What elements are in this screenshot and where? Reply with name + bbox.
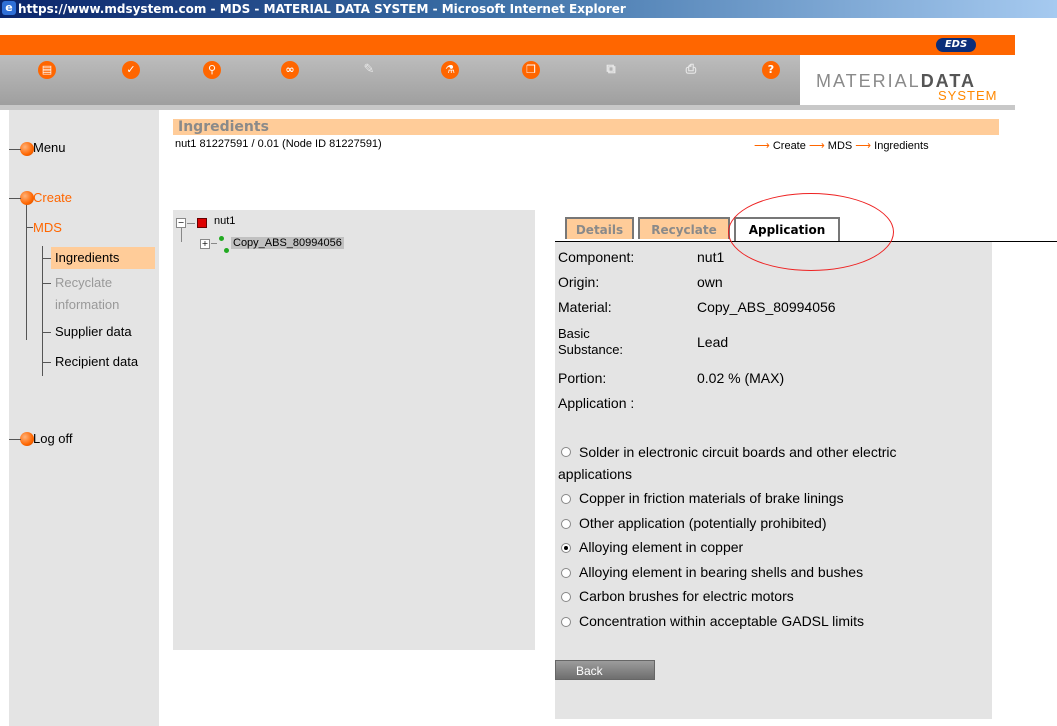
breadcrumb-mds[interactable]: MDS bbox=[828, 140, 852, 152]
logo-subtitle: SYSTEM bbox=[938, 88, 998, 103]
sidebar-item-menu[interactable]: Menu bbox=[33, 140, 66, 155]
option-copper-friction[interactable]: Copper in friction materials of brake li… bbox=[579, 490, 844, 506]
back-button[interactable]: Back bbox=[555, 660, 655, 680]
link-icon[interactable]: ∞ bbox=[281, 61, 299, 79]
menu-bullet-icon bbox=[20, 142, 34, 156]
eds-logo: EDS bbox=[936, 38, 976, 52]
breadcrumb-arrow-icon: ⟶ bbox=[808, 140, 825, 152]
help-icon[interactable]: ? bbox=[762, 61, 780, 79]
search-icon[interactable]: ⚲ bbox=[203, 61, 221, 79]
copy-icon[interactable]: ❐ bbox=[522, 61, 540, 79]
material-node-icon bbox=[224, 248, 229, 253]
check-icon[interactable]: ✓ bbox=[122, 61, 140, 79]
radio-alloying-copper[interactable] bbox=[561, 543, 571, 553]
breadcrumb-arrow-icon: ⟶ bbox=[754, 140, 770, 152]
application-panel: Component: nut1 Origin: own Material: Co… bbox=[555, 242, 992, 719]
page-title: Ingredients bbox=[178, 119, 269, 135]
tree-connector bbox=[9, 149, 21, 150]
print-icon[interactable]: ⎙ bbox=[682, 61, 700, 79]
compare-icon[interactable]: ⧉ bbox=[602, 61, 620, 79]
highlight-ellipse bbox=[728, 193, 894, 271]
collapse-icon[interactable]: − bbox=[176, 218, 186, 228]
tree-connector bbox=[187, 223, 195, 224]
sidebar-item-supplier-data[interactable]: Supplier data bbox=[55, 324, 132, 339]
portion-label: Portion: bbox=[558, 370, 607, 386]
sidebar-item-recipient-data[interactable]: Recipient data bbox=[55, 354, 138, 369]
brand-bar: EDS bbox=[0, 35, 1015, 55]
portion-value: 0.02 % (MAX) bbox=[697, 370, 785, 386]
basic-substance-label-line2: Substance: bbox=[558, 342, 624, 357]
radio-bearing-shells[interactable] bbox=[561, 568, 571, 578]
sidebar-item-mds[interactable]: MDS bbox=[33, 220, 62, 235]
toolbar: ▤ ✓ ⚲ ∞ ✎ ⚗ ❐ ⧉ ⎙ ? bbox=[0, 55, 800, 105]
page-heading-bar: Ingredients bbox=[173, 119, 999, 135]
option-other-application[interactable]: Other application (potentially prohibite… bbox=[579, 515, 826, 531]
browser-icon: e bbox=[2, 1, 16, 15]
tree-connector bbox=[181, 228, 182, 242]
option-alloying-copper[interactable]: Alloying element in copper bbox=[579, 539, 743, 555]
component-label: Component: bbox=[558, 249, 635, 265]
sidebar: Menu Create MDS Ingredients Recyclate in… bbox=[9, 110, 159, 726]
node-info: nut1 81227591 / 0.01 (Node ID 81227591) bbox=[175, 138, 382, 150]
component-node-icon bbox=[197, 218, 207, 228]
radio-carbon-brushes[interactable] bbox=[561, 592, 571, 602]
origin-value: own bbox=[697, 274, 723, 290]
breadcrumb-arrow-icon: ⟶ bbox=[855, 140, 872, 152]
tree-node-material[interactable]: Copy_ABS_80994056 bbox=[231, 237, 344, 249]
breadcrumb-create[interactable]: Create bbox=[773, 140, 806, 152]
radio-gadsl-limits[interactable] bbox=[561, 617, 571, 627]
tree-connector bbox=[9, 439, 21, 440]
sidebar-item-ingredients[interactable]: Ingredients bbox=[51, 247, 155, 269]
tab-details[interactable]: Details bbox=[565, 217, 634, 239]
radio-other-application[interactable] bbox=[561, 519, 571, 529]
component-value: nut1 bbox=[697, 249, 725, 265]
tab-recyclate[interactable]: Recyclate bbox=[638, 217, 730, 239]
tree-connector bbox=[26, 198, 27, 340]
edit-icon[interactable]: ✎ bbox=[360, 61, 378, 79]
window-title: https://www.mdsystem.com - MDS - MATERIA… bbox=[18, 2, 626, 16]
create-bullet-icon bbox=[20, 191, 34, 205]
tree-connector bbox=[42, 246, 43, 376]
tree-connector bbox=[42, 362, 51, 363]
sidebar-item-logoff[interactable]: Log off bbox=[33, 431, 73, 446]
tree-connector bbox=[42, 332, 51, 333]
window-title-bar: e https://www.mdsystem.com - MDS - MATER… bbox=[0, 0, 1057, 18]
basic-substance-label-line1: Basic bbox=[558, 326, 590, 341]
material-label: Material: bbox=[558, 299, 612, 315]
option-solder-line2[interactable]: applications bbox=[558, 466, 632, 482]
tree-connector bbox=[26, 227, 33, 228]
option-bearing-shells[interactable]: Alloying element in bearing shells and b… bbox=[579, 564, 863, 580]
option-gadsl-limits[interactable]: Concentration within acceptable GADSL li… bbox=[579, 613, 864, 629]
origin-label: Origin: bbox=[558, 274, 600, 290]
sidebar-item-create[interactable]: Create bbox=[33, 190, 72, 205]
tree-connector bbox=[211, 243, 217, 244]
breadcrumb: ⟶ Create ⟶ MDS ⟶ Ingredients bbox=[754, 139, 929, 152]
product-logo: MATERIALDATA SYSTEM bbox=[800, 55, 1015, 105]
radio-solder[interactable] bbox=[561, 447, 571, 457]
radio-copper-friction[interactable] bbox=[561, 494, 571, 504]
flask-icon[interactable]: ⚗ bbox=[441, 61, 459, 79]
tree-node-root[interactable]: nut1 bbox=[214, 215, 235, 227]
basic-substance-value: Lead bbox=[697, 334, 729, 350]
breadcrumb-ingredients[interactable]: Ingredients bbox=[874, 140, 928, 152]
sidebar-item-recyclate-line1[interactable]: Recyclate bbox=[55, 275, 112, 290]
logoff-bullet-icon bbox=[20, 432, 34, 446]
tree-connector bbox=[9, 198, 21, 199]
tree-connector bbox=[42, 283, 51, 284]
option-solder-line1[interactable]: Solder in electronic circuit boards and … bbox=[579, 444, 897, 460]
option-carbon-brushes[interactable]: Carbon brushes for electric motors bbox=[579, 588, 794, 604]
structure-tree: − nut1 + Copy_ABS_80994056 bbox=[173, 210, 535, 650]
tree-connector bbox=[42, 258, 51, 259]
expand-icon[interactable]: + bbox=[200, 239, 210, 249]
save-icon[interactable]: ▤ bbox=[38, 61, 56, 79]
application-label: Application : bbox=[558, 395, 635, 411]
material-value: Copy_ABS_80994056 bbox=[697, 299, 836, 315]
material-node-icon bbox=[219, 236, 224, 241]
sidebar-item-recyclate-line2[interactable]: information bbox=[55, 297, 119, 312]
